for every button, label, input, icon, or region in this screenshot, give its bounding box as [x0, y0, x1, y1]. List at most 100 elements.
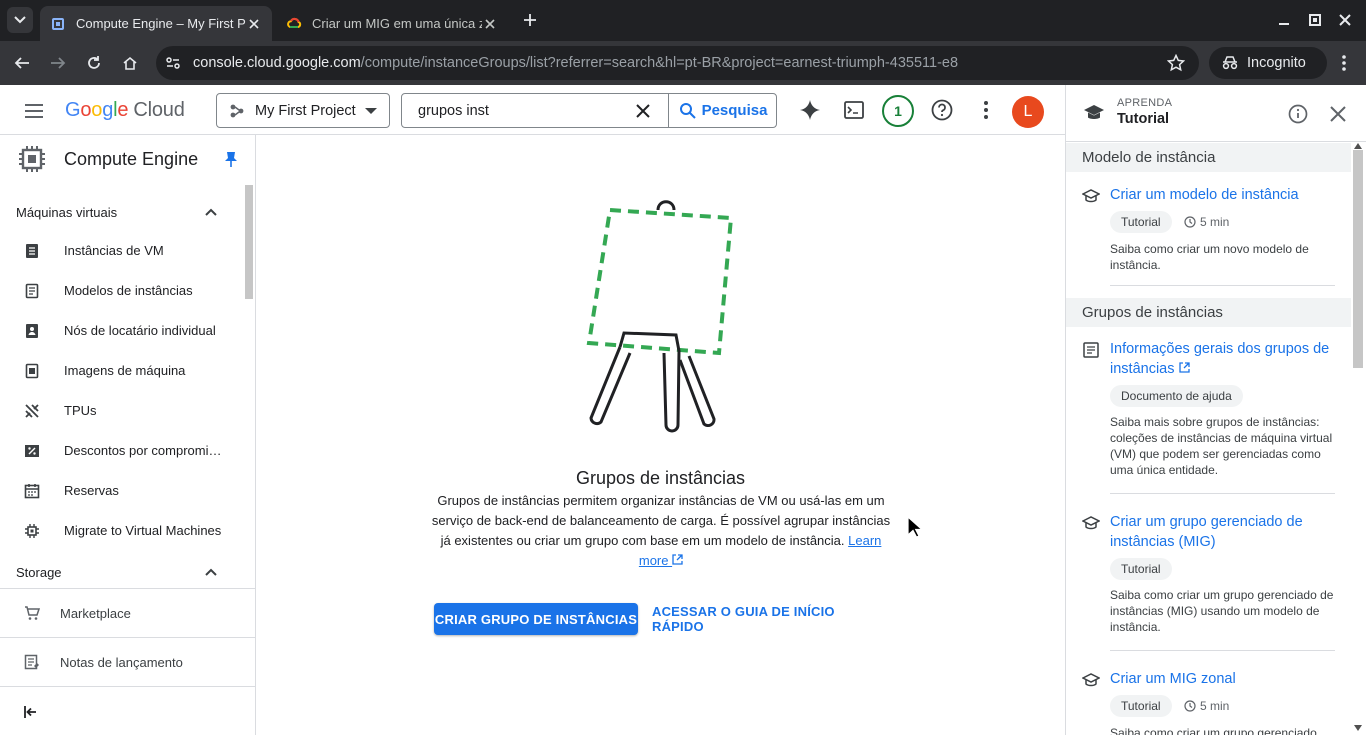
browser-menu-button[interactable]: [1334, 53, 1354, 73]
sidebar-item-label: Marketplace: [60, 606, 131, 621]
address-bar[interactable]: console.cloud.google.com/compute/instanc…: [156, 46, 1199, 80]
url-host: console.cloud.google.com: [193, 55, 361, 71]
sole-tenant-icon: [26, 324, 38, 338]
sidebar-item-label: Imagens de máquina: [64, 363, 186, 378]
sidebar-scrollbar[interactable]: [245, 185, 253, 299]
divider: [1110, 493, 1335, 494]
cloud-shell-button[interactable]: [842, 98, 866, 122]
duration-label: 5 min: [1200, 215, 1230, 229]
back-button[interactable]: [10, 51, 34, 75]
gemini-button[interactable]: [798, 98, 822, 122]
chevron-down-icon: [14, 16, 26, 24]
notifications-button[interactable]: 1: [882, 95, 914, 127]
empty-state-description: Grupos de instâncias permitem organizar …: [429, 491, 893, 571]
group-header-instance-groups: Grupos de instâncias: [1066, 298, 1351, 327]
scroll-down-arrow-icon[interactable]: [1354, 725, 1362, 731]
sidebar-item-sole-tenant-nodes[interactable]: Nós de locatário individual: [0, 311, 245, 351]
close-panel-icon[interactable]: [1328, 104, 1348, 124]
collapse-sidebar-button[interactable]: [0, 686, 255, 735]
new-tab-button[interactable]: [518, 10, 542, 30]
sidebar-section-storage[interactable]: Storage: [0, 552, 245, 592]
close-tab-icon[interactable]: [246, 16, 262, 32]
sidebar-item-migrate-to-vms[interactable]: Migrate to Virtual Machines: [0, 511, 245, 551]
browser-tab-inactive[interactable]: Criar um MIG em uma única z: [276, 6, 508, 41]
close-icon: [1339, 14, 1351, 26]
minimize-window-button[interactable]: [1276, 12, 1292, 28]
school-cap-icon: [1082, 673, 1100, 687]
project-hierarchy-icon: [230, 104, 244, 117]
search-input[interactable]: [403, 95, 665, 126]
sidebar-item-release-notes[interactable]: Notas de lançamento: [0, 637, 255, 686]
sidebar-item-tpus[interactable]: TPUs: [0, 391, 245, 431]
browser-tab-active[interactable]: Compute Engine – My First P: [40, 6, 272, 41]
info-icon[interactable]: [1288, 104, 1308, 124]
chevron-up-icon: [205, 568, 217, 576]
close-window-button[interactable]: [1337, 12, 1353, 28]
reload-button[interactable]: [82, 51, 106, 75]
search-icon: [679, 103, 696, 119]
browser-tab-bar: Compute Engine – My First P Criar um MIG…: [0, 0, 1366, 41]
clear-search-icon[interactable]: [634, 102, 652, 120]
tab-search-button[interactable]: [7, 7, 33, 33]
arrow-forward-icon: [51, 57, 66, 69]
quickstart-guide-button[interactable]: ACESSAR O GUIA DE INÍCIO RÁPIDO: [652, 603, 884, 635]
learn-card-title[interactable]: Criar um grupo gerenciado de instâncias …: [1110, 512, 1335, 552]
machine-images-icon: [25, 363, 39, 379]
learn-panel-scrollbar[interactable]: [1353, 150, 1363, 368]
scroll-up-arrow-icon[interactable]: [1354, 143, 1362, 149]
learn-card-title[interactable]: Criar um MIG zonal: [1110, 669, 1335, 689]
sidebar: Compute Engine Máquinas virtuais Instânc…: [0, 135, 256, 735]
learn-panel-body: Modelo de instância Criar um modelo de i…: [1066, 143, 1351, 735]
home-icon: [123, 56, 137, 70]
more-vert-icon: [984, 101, 988, 119]
dropdown-caret-icon: [365, 108, 377, 114]
document-icon: [1083, 342, 1099, 358]
learn-panel: APRENDA Tutorial Modelo de instância Cri…: [1065, 85, 1366, 735]
sidebar-item-vm-instances[interactable]: Instâncias de VM: [0, 231, 245, 271]
sidebar-item-instance-templates[interactable]: Modelos de instâncias: [0, 271, 245, 311]
learn-card-title[interactable]: Informações gerais dos grupos de instânc…: [1110, 339, 1335, 379]
project-picker[interactable]: My First Project: [216, 93, 390, 128]
terminal-icon: [844, 101, 864, 119]
close-tab-icon[interactable]: [482, 16, 498, 32]
sidebar-item-label: Notas de lançamento: [60, 655, 183, 670]
bookmark-star-icon[interactable]: [1167, 54, 1185, 72]
clock-icon: [1184, 700, 1196, 712]
divider: [1110, 650, 1335, 651]
search-button[interactable]: Pesquisa: [668, 94, 777, 127]
learn-card-title-text: Informações gerais dos grupos de instânc…: [1110, 341, 1330, 377]
sidebar-section-virtual-machines[interactable]: Máquinas virtuais: [0, 192, 245, 232]
settings-menu-button[interactable]: [974, 98, 998, 122]
google-cloud-logo[interactable]: Google Cloud: [65, 99, 185, 122]
maximize-window-button[interactable]: [1307, 12, 1323, 28]
home-button[interactable]: [118, 51, 142, 75]
create-instance-group-button[interactable]: CRIAR GRUPO DE INSTÂNCIAS: [434, 603, 638, 635]
sidebar-item-marketplace[interactable]: Marketplace: [0, 588, 255, 637]
sidebar-item-label: TPUs: [64, 403, 97, 418]
site-info-icon[interactable]: [164, 54, 182, 72]
duration-label: 5 min: [1200, 699, 1230, 713]
learn-card-description: Saiba como criar um novo modelo de instâ…: [1110, 242, 1309, 272]
sidebar-item-machine-images[interactable]: Imagens de máquina: [0, 351, 245, 391]
clock-icon: [1184, 216, 1196, 228]
help-button[interactable]: [930, 98, 954, 122]
tab-title: Criar um MIG em uma única z: [312, 16, 482, 31]
url-path: /compute/instanceGroups/list?referrer=se…: [360, 55, 959, 71]
sidebar-item-reservations[interactable]: Reservas: [0, 471, 245, 511]
menu-icon[interactable]: [22, 99, 46, 123]
forward-button[interactable]: [46, 51, 70, 75]
sidebar-item-label: Modelos de instâncias: [64, 283, 193, 298]
duration: 5 min: [1184, 695, 1229, 717]
cart-icon: [25, 606, 40, 620]
learn-card-title[interactable]: Criar um modelo de instância: [1110, 185, 1335, 205]
sidebar-header: Compute Engine: [0, 135, 255, 183]
incognito-indicator[interactable]: Incognito: [1209, 47, 1327, 79]
sidebar-item-label: Migrate to Virtual Machines: [64, 523, 222, 538]
plus-icon: [524, 14, 536, 26]
avatar[interactable]: L: [1012, 96, 1044, 128]
sidebar-item-committed-use-discounts[interactable]: Descontos por compromisso: [0, 431, 245, 471]
pin-icon[interactable]: [224, 151, 238, 167]
restore-icon: [1309, 14, 1321, 26]
logo-google: Google: [65, 99, 129, 121]
learn-card-description: Saiba mais sobre grupos de instâncias: c…: [1110, 415, 1333, 477]
